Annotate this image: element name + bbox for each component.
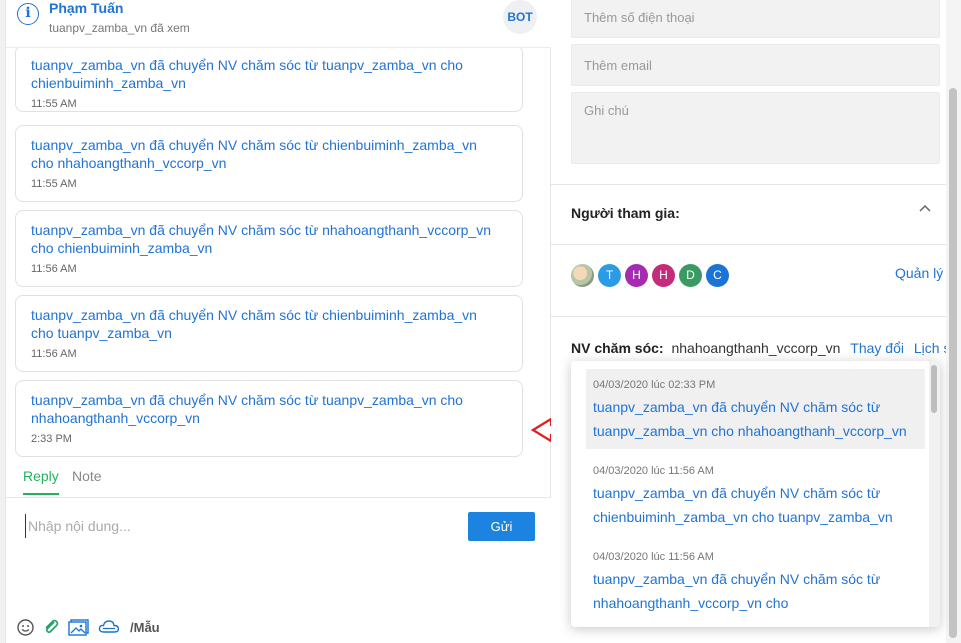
message-list[interactable]: tuanpv_zamba_vn đã chuyển NV chăm sóc từ…: [6, 48, 551, 460]
divider: [551, 244, 961, 245]
composer-toolbar: /Mẫu: [17, 617, 168, 637]
conversation-header: i Phạm Tuấn tuanpv_zamba_vn đã xem BOT: [6, 0, 551, 48]
change-agent-link[interactable]: Thay đổi: [850, 340, 904, 356]
participants-title: Người tham gia:: [571, 205, 680, 221]
divider: [551, 184, 961, 185]
history-date: 04/03/2020 lúc 11:56 AM: [593, 551, 714, 563]
system-message: tuanpv_zamba_vn đã chuyển NV chăm sóc từ…: [15, 210, 523, 287]
conversation-panel: i Phạm Tuấn tuanpv_zamba_vn đã xem BOT t…: [6, 0, 551, 643]
message-text: tuanpv_zamba_vn đã chuyển NV chăm sóc từ…: [31, 222, 492, 256]
app-screen: i Phạm Tuấn tuanpv_zamba_vn đã xem BOT t…: [0, 0, 961, 643]
agent-label: NV chăm sóc:: [571, 340, 664, 356]
info-icon[interactable]: i: [17, 3, 39, 25]
system-message: tuanpv_zamba_vn đã chuyển NV chăm sóc từ…: [15, 380, 523, 457]
template-button[interactable]: /Mẫu: [130, 620, 160, 635]
cloud-upload-icon[interactable]: [98, 618, 120, 636]
send-button[interactable]: Gửi: [468, 512, 535, 541]
history-text: tuanpv_zamba_vn đã chuyển NV chăm sóc từ: [593, 485, 881, 501]
composer-tabs: Reply Note: [6, 462, 551, 498]
message-text: tuanpv_zamba_vn đã chuyển NV chăm sóc từ…: [31, 307, 477, 341]
history-item[interactable]: 04/03/2020 lúc 11:56 AM tuanpv_zamba_vn …: [586, 541, 925, 621]
history-text: chienbuiminh_zamba_vn cho tuanpv_zamba_v…: [593, 509, 893, 525]
divider: [551, 316, 961, 317]
message-time: 2:33 PM: [31, 433, 72, 445]
message-time: 11:56 AM: [31, 348, 77, 360]
history-scrollbar-thumb[interactable]: [931, 365, 937, 413]
message-time: 11:55 AM: [31, 178, 77, 190]
history-text: tuanpv_zamba_vn đã chuyển NV chăm sóc từ: [593, 399, 881, 415]
history-text: tuanpv_zamba_vn đã chuyển NV chăm sóc từ: [593, 571, 881, 587]
chevron-up-icon[interactable]: [917, 200, 933, 216]
message-time: 11:55 AM: [31, 98, 77, 110]
history-item[interactable]: 04/03/2020 lúc 02:33 PM tuanpv_zamba_vn …: [586, 369, 925, 449]
avatar-photo[interactable]: [571, 264, 594, 287]
history-item[interactable]: 04/03/2020 lúc 11:56 AM tuanpv_zamba_vn …: [586, 455, 925, 535]
history-text: nhahoangthanh_vccorp_vn cho: [593, 595, 789, 611]
system-message: tuanpv_zamba_vn đã chuyển NV chăm sóc từ…: [15, 295, 523, 372]
avatar[interactable]: C: [706, 264, 729, 287]
history-date: 04/03/2020 lúc 02:33 PM: [593, 379, 716, 391]
history-popover: 04/03/2020 lúc 02:33 PM tuanpv_zamba_vn …: [571, 361, 940, 627]
participant-avatars: THHDC: [571, 264, 733, 287]
bot-badge[interactable]: BOT: [503, 0, 537, 34]
history-text: tuanpv_zamba_vn cho nhahoangthanh_vccorp…: [593, 423, 907, 439]
image-icon[interactable]: [68, 618, 90, 636]
avatar[interactable]: D: [679, 264, 702, 287]
avatar[interactable]: H: [625, 264, 648, 287]
message-time: 11:56 AM: [31, 263, 77, 275]
message-input[interactable]: [25, 514, 445, 538]
message-text: tuanpv_zamba_vn đã chuyển NV chăm sóc từ…: [31, 392, 463, 426]
contact-name[interactable]: Phạm Tuấn: [49, 0, 123, 16]
message-text: tuanpv_zamba_vn đã chuyển NV chăm sóc từ…: [31, 137, 477, 171]
attachment-icon[interactable]: [42, 618, 60, 636]
emoji-icon[interactable]: [17, 618, 34, 636]
agent-name: nhahoangthanh_vccorp_vn: [671, 340, 841, 356]
phone-field[interactable]: Thêm số điện thoại: [571, 0, 940, 38]
manage-participants-link[interactable]: Quản lý: [895, 265, 943, 281]
avatar[interactable]: T: [598, 264, 621, 287]
assigned-agent-row: NV chăm sóc: nhahoangthanh_vccorp_vn Tha…: [571, 340, 960, 356]
system-message: tuanpv_zamba_vn đã chuyển NV chăm sóc từ…: [15, 48, 523, 112]
tab-note[interactable]: Note: [72, 468, 102, 484]
sidebar-scrollbar-thumb[interactable]: [949, 88, 957, 638]
avatar[interactable]: H: [652, 264, 675, 287]
system-message: tuanpv_zamba_vn đã chuyển NV chăm sóc từ…: [15, 125, 523, 202]
composer: Gửi /Mẫu: [6, 498, 551, 643]
message-text: tuanpv_zamba_vn đã chuyển NV chăm sóc từ…: [31, 57, 463, 91]
note-field[interactable]: Ghi chú: [571, 92, 940, 164]
seen-status: tuanpv_zamba_vn đã xem: [49, 21, 190, 35]
history-date: 04/03/2020 lúc 11:56 AM: [593, 465, 714, 477]
email-field[interactable]: Thêm email: [571, 44, 940, 86]
tab-reply[interactable]: Reply: [23, 468, 59, 495]
